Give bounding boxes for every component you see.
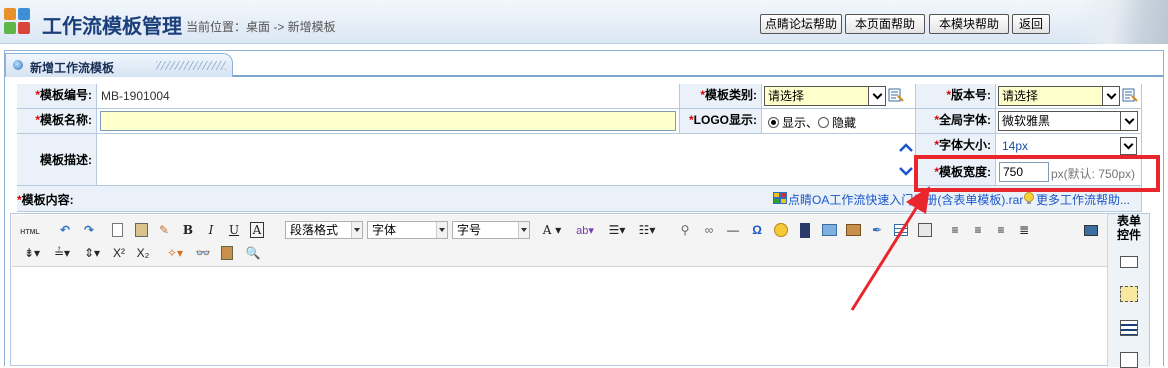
numbered-list-icon[interactable]: ☷▾	[634, 221, 660, 239]
more-help-link[interactable]: 更多工作流帮助...	[1036, 191, 1130, 208]
font-color-icon[interactable]: A ▾	[538, 221, 566, 239]
content-label: *模板内容:	[17, 193, 74, 207]
template-name-label: *模板名称:	[17, 109, 97, 134]
logo-separator: 、	[806, 116, 819, 130]
bold-icon[interactable]: B	[179, 221, 197, 239]
align-justify-icon[interactable]: ≣	[1015, 221, 1033, 239]
textarea-control-icon[interactable]	[1120, 286, 1138, 302]
video-icon[interactable]	[796, 221, 814, 239]
undo-icon[interactable]: ↶	[56, 221, 74, 239]
logo-show-radio[interactable]: 显示	[768, 116, 806, 130]
description-label: 模板描述:	[17, 134, 97, 186]
image-icon[interactable]	[820, 221, 838, 239]
template-name-input[interactable]	[100, 111, 676, 131]
paragraph-spacing-icon[interactable]: ⇕▾	[80, 244, 104, 262]
forum-help-button[interactable]: 点睛论坛帮助	[760, 14, 842, 34]
back-button[interactable]: 返回	[1012, 14, 1050, 34]
bullet-list-icon[interactable]: ☰▾	[604, 221, 630, 239]
version-label: *版本号:	[916, 84, 996, 109]
panel-header: 新增工作流模板	[5, 51, 1163, 77]
category-cell: 请选择	[762, 84, 916, 109]
paragraph-format-select[interactable]: 段落格式	[285, 221, 363, 239]
html-source-button[interactable]: HTML	[18, 223, 42, 241]
logo-display-options: 显示、 隐藏	[762, 109, 916, 134]
logo-display-label: *LOGO显示:	[680, 109, 762, 134]
underline-icon[interactable]: U	[225, 221, 243, 239]
link-icon[interactable]: ∞	[700, 221, 718, 239]
version-picker-icon[interactable]	[1122, 87, 1138, 103]
rich-text-editor: HTML ↶ ↷ ✎ B I U A 段落格式 字体 字号 A ▾ ab▾ ☰▾…	[10, 213, 1150, 368]
paste-icon[interactable]	[218, 244, 236, 262]
tab-stripes	[156, 61, 226, 70]
redo-icon[interactable]: ↷	[80, 221, 98, 239]
global-font-select[interactable]: 微软雅黑	[998, 111, 1138, 131]
fullscreen-icon[interactable]	[1082, 221, 1100, 239]
font-size-select[interactable]: 14px	[998, 136, 1138, 156]
subscript-icon[interactable]: X₂	[134, 244, 152, 262]
font-size-select-editor[interactable]: 字号	[452, 221, 530, 239]
font-family-select[interactable]: 字体	[367, 221, 448, 239]
preview-icon[interactable]: 🔍	[244, 244, 262, 262]
line-spacing-icon[interactable]: ⇟▾	[20, 244, 44, 262]
expand-up-icon[interactable]	[899, 143, 913, 153]
template-name-cell	[97, 109, 680, 134]
paste-text-icon[interactable]	[132, 221, 150, 239]
form-controls-title: 表单控件	[1116, 214, 1141, 242]
format-painter-icon[interactable]: ✧▾	[162, 244, 188, 262]
text-field-control-icon[interactable]	[1120, 256, 1138, 268]
panel-tab: 新增工作流模板	[5, 53, 233, 77]
new-document-icon[interactable]	[108, 221, 126, 239]
template-no-value: MB-1901004	[97, 84, 680, 109]
logo-hide-radio[interactable]: 隐藏	[818, 116, 856, 130]
emoticon-icon[interactable]	[772, 221, 790, 239]
page-title: 工作流模板管理	[42, 16, 182, 38]
special-char-icon[interactable]: Ω	[748, 221, 766, 239]
global-font-cell: 微软雅黑	[996, 109, 1142, 134]
category-picker-icon[interactable]	[888, 87, 904, 103]
expand-down-icon[interactable]	[899, 166, 913, 176]
tab-bullet-icon	[13, 60, 23, 70]
module-help-button[interactable]: 本模块帮助	[929, 14, 1009, 34]
breadcrumb: 当前位置：桌面 -> 新增模板	[186, 20, 336, 34]
panel-title: 新增工作流模板	[30, 61, 115, 75]
find-icon[interactable]: 👓	[194, 244, 212, 262]
category-label: *模板类别:	[680, 84, 762, 109]
anchor-icon[interactable]: ⚲	[676, 221, 694, 239]
global-font-label: *全局字体:	[916, 109, 996, 134]
template-no-label: *模板编号:	[17, 84, 97, 109]
horizontal-rule-icon[interactable]: —	[724, 221, 742, 239]
highlight-icon[interactable]: ab▾	[570, 221, 600, 239]
italic-icon[interactable]: I	[202, 221, 220, 239]
align-right-icon[interactable]: ≡	[992, 221, 1010, 239]
top-bar: 工作流模板管理 当前位置：桌面 -> 新增模板 点睛论坛帮助 本页面帮助 本模块…	[0, 0, 1168, 44]
annotation-arrow-icon	[850, 186, 930, 311]
form-controls-sidebar: 表单控件	[1107, 214, 1149, 368]
lightbulb-icon	[1024, 192, 1034, 204]
superscript-icon[interactable]: X²	[110, 244, 128, 262]
page-help-button[interactable]: 本页面帮助	[845, 14, 925, 34]
eraser-icon[interactable]: ✎	[155, 221, 173, 239]
archive-icon	[773, 192, 787, 204]
border-text-icon[interactable]: A	[248, 221, 266, 239]
indent-icon[interactable]: ≟▾	[50, 244, 74, 262]
select-control-icon[interactable]	[1120, 320, 1138, 336]
category-select[interactable]: 请选择	[764, 86, 886, 106]
align-center-icon[interactable]: ≡	[969, 221, 987, 239]
header-banner-image	[1078, 0, 1168, 44]
app-logo-icon	[4, 8, 32, 36]
version-cell: 请选择	[996, 84, 1142, 109]
version-select[interactable]: 请选择	[998, 86, 1120, 106]
description-textarea[interactable]	[97, 134, 916, 186]
